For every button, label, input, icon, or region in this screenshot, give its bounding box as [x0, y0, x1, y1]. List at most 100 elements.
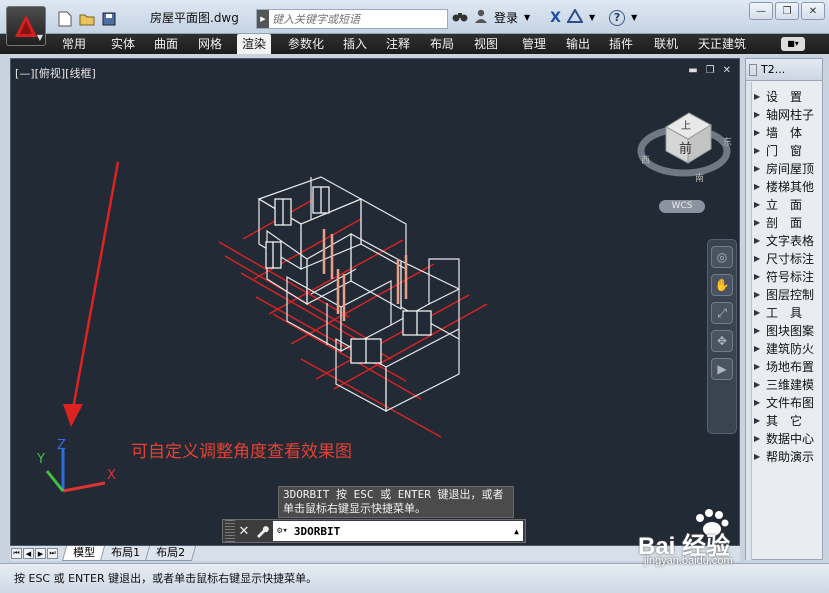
palette-item[interactable]: ▶ 三维建模 [752, 375, 822, 393]
palette-item[interactable]: ▶ 场地布置 [752, 357, 822, 375]
tab-layout2-label: 布局2 [156, 546, 186, 559]
palette-item[interactable]: ▶ 图层控制 [752, 285, 822, 303]
red-arrow-icon [63, 161, 120, 427]
tab-view[interactable]: 视图 [469, 34, 503, 54]
tab-render[interactable]: 渲染 [237, 34, 272, 54]
close-icon[interactable]: ✕ [801, 2, 825, 20]
expand-arrow-icon: ▶ [754, 415, 761, 425]
expand-arrow-icon: ▶ [754, 361, 761, 371]
window-controls: — ❐ ✕ [749, 2, 825, 20]
tab-plugins[interactable]: 插件 [604, 34, 638, 54]
steering-wheel-icon[interactable]: ◎ [711, 246, 733, 268]
close-icon[interactable]: ✕ [235, 521, 253, 541]
tab-layout2[interactable]: 布局2 [144, 546, 197, 561]
chevron-down-icon[interactable]: ▼ [589, 13, 595, 22]
palette-menu-icon[interactable] [749, 63, 757, 76]
orbit-icon[interactable]: ✥ [711, 330, 733, 352]
palette-item[interactable]: ▶ 文件布图 [752, 393, 822, 411]
tab-home[interactable]: 常用 [57, 34, 91, 54]
palette-item[interactable]: ▶ 建筑防火 [752, 339, 822, 357]
palette-item[interactable]: ▶ 数据中心 [752, 429, 822, 447]
next-tab-icon[interactable]: ▶ [35, 548, 46, 559]
palette-item[interactable]: ▶ 尺寸标注 [752, 249, 822, 267]
ribbon-options-icon[interactable]: ■▾ [781, 37, 805, 51]
expand-arrow-icon: ▶ [754, 181, 761, 191]
chevron-down-icon[interactable]: ▼ [524, 13, 530, 22]
tab-surface[interactable]: 曲面 [149, 34, 183, 54]
palette-item[interactable]: ▶ 门 窗 [752, 141, 822, 159]
palette-item[interactable]: ▶ 文字表格 [752, 231, 822, 249]
zoom-icon[interactable]: ⤢ [711, 302, 733, 324]
save-icon[interactable] [99, 10, 119, 28]
status-message: 按 ESC 或 ENTER 键退出，或者单击鼠标右键显示快捷菜单。 [14, 572, 318, 585]
minimize-icon[interactable]: — [749, 2, 773, 20]
sign-in-link[interactable]: 登录 [494, 9, 518, 26]
tab-layout[interactable]: 布局 [425, 34, 459, 54]
restore-icon[interactable]: ❐ [775, 2, 799, 20]
tab-tangent-arch[interactable]: 天正建筑 [693, 34, 751, 54]
expand-arrow-icon: ▶ [754, 127, 761, 137]
palette-item[interactable]: ▶ 设 置 [752, 87, 822, 105]
palette-item[interactable]: ▶ 图块图案 [752, 321, 822, 339]
user-icon[interactable] [474, 9, 488, 26]
new-file-icon[interactable] [55, 10, 75, 28]
tab-parametric[interactable]: 参数化 [283, 34, 329, 54]
open-folder-icon[interactable] [77, 10, 97, 28]
palette-menu: ▶ 设 置 ▶ 轴网柱子 ▶ 墙 体 ▶ 门 窗 ▶ 房间屋顶 ▶ 楼梯其他 ▶ 立 面 ▶ 剖… [752, 87, 822, 465]
command-input[interactable]: ⚙▾ 3DORBIT ▲ [273, 521, 523, 541]
drawing-viewport[interactable]: [—][俯视][线框] ▬ ❐ ✕ Z X Y 上 前 西 南 东 WCS ◎ … [10, 58, 740, 546]
tab-model-label: 模型 [73, 546, 96, 559]
palette-item[interactable]: ▶ 房间屋顶 [752, 159, 822, 177]
application-menu-button[interactable]: ▼ [6, 6, 46, 46]
palette-item[interactable]: ▶ 立 面 [752, 195, 822, 213]
showmotion-icon[interactable]: ▶ [711, 358, 733, 380]
document-title: 房屋平面图.dwg [150, 11, 239, 25]
tab-annotate[interactable]: 注释 [381, 34, 415, 54]
title-bar: ▼ 房屋平面图.dwg ▶ 登录 ▼ X ▼ ? ▼ — ❐ [0, 0, 829, 46]
tab-solid[interactable]: 实体 [106, 34, 140, 54]
palette-item[interactable]: ▶ 轴网柱子 [752, 105, 822, 123]
help-icon[interactable]: ? [609, 9, 626, 26]
palette-item[interactable]: ▶ 剖 面 [752, 213, 822, 231]
tab-insert[interactable]: 插入 [338, 34, 372, 54]
tab-online[interactable]: 联机 [649, 34, 683, 54]
tab-mesh[interactable]: 网格 [193, 34, 227, 54]
chevron-down-icon[interactable]: ▼ [631, 13, 637, 22]
expand-arrow-icon: ▶ [754, 397, 761, 407]
binoculars-icon[interactable] [452, 9, 468, 26]
palette-item[interactable]: ▶ 工 具 [752, 303, 822, 321]
expand-arrow-icon: ▶ [754, 325, 761, 335]
search-input[interactable] [269, 12, 444, 26]
prev-tab-icon[interactable]: ◀ [23, 548, 34, 559]
pan-hand-icon[interactable]: ✋ [711, 274, 733, 296]
palette-item[interactable]: ▶ 墙 体 [752, 123, 822, 141]
palette-item[interactable]: ▶ 符号标注 [752, 267, 822, 285]
last-tab-icon[interactable]: ⏭ [47, 548, 58, 559]
autodesk-a360-icon[interactable] [566, 8, 584, 26]
drag-handle[interactable] [225, 520, 235, 542]
viewcube-front-label: 前 [679, 141, 692, 157]
ribbon-tab-bar: 常用 实体 曲面 网格 渲染 参数化 插入 注释 布局 视图 管理 输出 插件 … [0, 34, 829, 54]
palette-header[interactable]: T2... [746, 59, 822, 81]
viewcube[interactable]: 上 前 西 南 东 [637, 112, 732, 184]
search-box[interactable]: ▶ [256, 9, 448, 29]
chevron-up-icon[interactable]: ▲ [514, 527, 519, 536]
search-expand-icon[interactable]: ▶ [257, 10, 269, 28]
ucs-icon: Z X Y [36, 438, 116, 493]
first-tab-icon[interactable]: ⏮ [11, 548, 22, 559]
title-tools: 登录 ▼ X ▼ ? ▼ [452, 8, 637, 26]
expand-arrow-icon: ▶ [754, 433, 761, 443]
tab-manage[interactable]: 管理 [517, 34, 551, 54]
palette-item[interactable]: ▶ 楼梯其他 [752, 177, 822, 195]
wrench-icon[interactable] [253, 521, 271, 541]
command-history-icon[interactable]: ⚙▾ [277, 526, 288, 536]
palette-item[interactable]: ▶ 其 它 [752, 411, 822, 429]
palette-item[interactable]: ▶ 帮助演示 [752, 447, 822, 465]
tab-output[interactable]: 输出 [561, 34, 595, 54]
tab-layout1[interactable]: 布局1 [99, 546, 152, 561]
wcs-menu-button[interactable]: WCS [659, 200, 705, 213]
expand-arrow-icon: ▶ [754, 91, 761, 101]
exchange-x-icon[interactable]: X [550, 10, 561, 26]
viewcube-west-label: 西 [641, 155, 650, 166]
expand-arrow-icon: ▶ [754, 271, 761, 281]
